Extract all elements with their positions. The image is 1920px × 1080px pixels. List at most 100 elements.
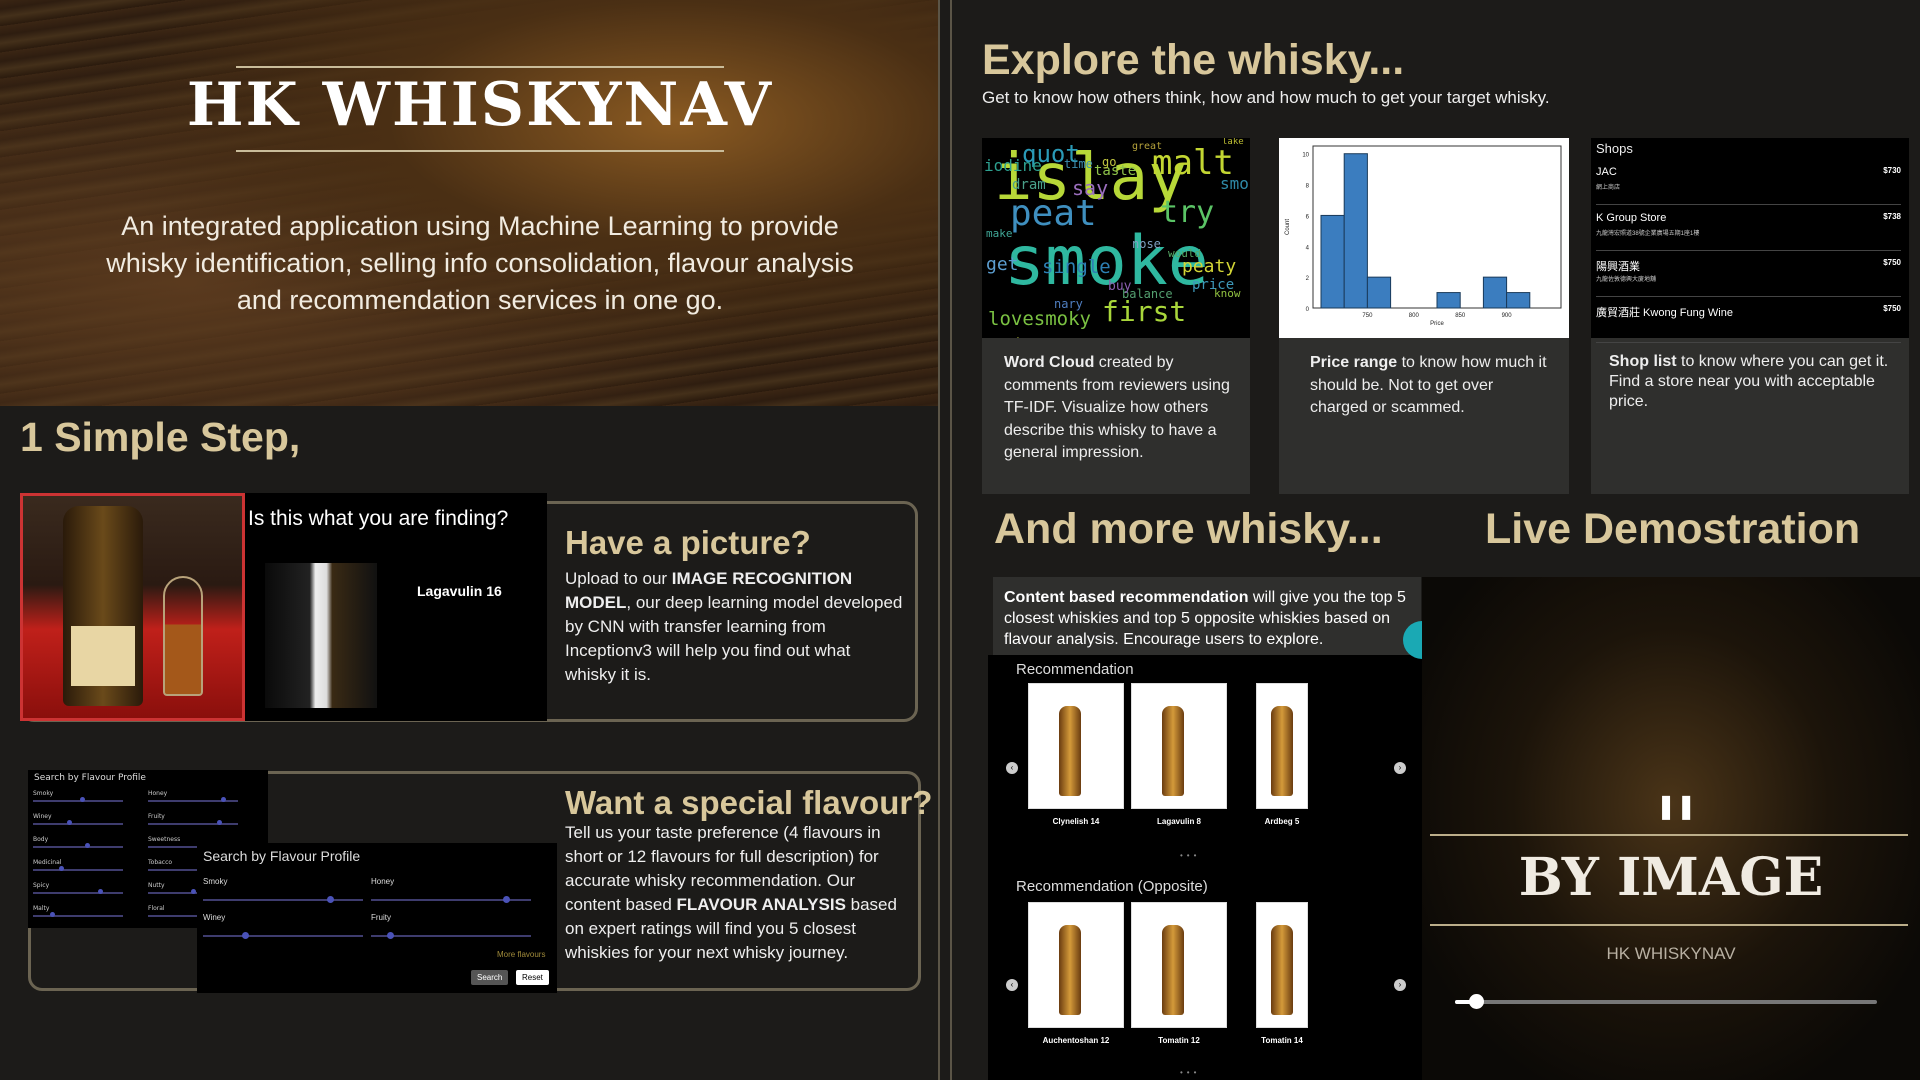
flavour-card-title: Want a special flavour?: [565, 784, 933, 821]
shop-row[interactable]: 陽興酒業 九龍佐敦德興大廈地舖 $750: [1596, 252, 1901, 297]
rec-product-name[interactable]: Ardbeg 5: [1222, 817, 1342, 826]
word-cloud-word: would: [1168, 247, 1202, 260]
shop-row[interactable]: K Group Store 九龍灣宏照道38號企業廣場五期1座1樓 $738: [1596, 206, 1901, 251]
opp-bottle-shape: [1162, 925, 1184, 1015]
word-cloud-word: make: [986, 227, 1013, 240]
shop-name: K Group Store: [1596, 212, 1667, 224]
rec-product-name[interactable]: Clynelish 14: [1016, 817, 1136, 826]
word-cloud-word: nose: [1132, 237, 1161, 251]
flavour-slider[interactable]: [33, 915, 123, 917]
word-cloud-word: say: [1072, 176, 1109, 200]
flavour-slider[interactable]: [33, 846, 123, 848]
flavour-slider-knob[interactable]: [327, 896, 334, 903]
search-button[interactable]: Search: [471, 970, 509, 985]
reset-button[interactable]: Reset: [516, 970, 549, 985]
more-flavours-link[interactable]: More flavours: [497, 950, 545, 959]
video-progress-knob[interactable]: [1469, 994, 1485, 1009]
shop-row[interactable]: 廣貿酒莊 Kwong Fung Wine $750: [1596, 298, 1901, 343]
explore-subtitle: Get to know how others think, how and ho…: [982, 88, 1550, 107]
opp-product-name[interactable]: Auchentoshan 12: [1016, 1036, 1136, 1045]
price-histogram-svg: 0 2 4 6 8 10 750 800 850 900 Price Count: [1285, 145, 1562, 327]
flavour-slider[interactable]: [203, 935, 363, 937]
flavour-slider-knob[interactable]: [84, 843, 90, 848]
flavour-slider[interactable]: [33, 800, 123, 802]
flavour-slider[interactable]: [148, 823, 238, 825]
x-axis-label: Price: [1430, 321, 1444, 327]
opp-prev-arrow[interactable]: ‹: [1006, 979, 1018, 991]
word-cloud-word: go: [1102, 155, 1117, 169]
rec-product-name[interactable]: Lagavulin 8: [1119, 817, 1239, 826]
shop-name: JAC: [1596, 166, 1617, 178]
word-cloud-word: iodine: [984, 156, 1042, 175]
price-histogram: 0 2 4 6 8 10 750 800 850 900 Price Count: [1279, 138, 1569, 338]
demo-video[interactable]: ❚❚ BY IMAGE HK WHISKYNAV: [1422, 577, 1920, 1080]
flavour-slider-knob[interactable]: [58, 866, 64, 871]
rec-product-image[interactable]: [1131, 683, 1227, 809]
shop-list-mock: Shops JAC 網上商店 $730 K Group Store 九龍灣宏照道38號企…: [1591, 138, 1909, 343]
opp-next-arrow[interactable]: ›: [1394, 979, 1406, 991]
bottle-label-image: [71, 626, 135, 686]
y-axis-label: Count: [1285, 219, 1291, 235]
flavour-slider-knob[interactable]: [386, 932, 394, 939]
y-tick-label: 8: [1306, 184, 1310, 190]
shop-address: 九龍灣宏照道38號企業廣場五期1座1樓: [1596, 231, 1700, 237]
hero-title: HK WHISKYNAV: [186, 70, 774, 140]
pause-icon[interactable]: ❚❚: [1656, 792, 1696, 820]
word-cloud-word: know: [1214, 287, 1241, 300]
flavour-label: Smoky: [203, 877, 228, 886]
flavour-slider-knob[interactable]: [241, 932, 249, 939]
rec-prev-arrow[interactable]: ‹: [1006, 762, 1018, 774]
hero-rule-bottom: [236, 150, 724, 152]
image-card-title: Have a picture?: [565, 524, 811, 561]
opp-product-name[interactable]: Tomatin 14: [1222, 1036, 1342, 1045]
word-cloud-word: first: [1102, 295, 1187, 328]
step-heading: 1 Simple Step,: [20, 414, 301, 460]
flavour-slider-knob[interactable]: [97, 889, 103, 894]
rec-bottle-shape: [1059, 706, 1081, 796]
opp-carousel-dots: •••: [1180, 1068, 1201, 1077]
histogram-bar: [1506, 292, 1531, 309]
video-progress-bar[interactable]: [1455, 994, 1877, 1009]
shop-text: Shop list to know where you can get it. …: [1609, 353, 1889, 410]
rec-product-image[interactable]: [1256, 683, 1308, 809]
x-tick-label: 750: [1362, 313, 1373, 319]
word-cloud-word: lake: [1222, 138, 1244, 147]
opp-product-image[interactable]: [1028, 902, 1124, 1028]
word-cloud-word: peaty: [1182, 256, 1237, 277]
price-text: Price range to know how much it should b…: [1310, 354, 1547, 416]
poster: HK WHISKYNAV An integrated application u…: [0, 0, 1920, 1080]
flavour-mock-small-title: Search by Flavour Profile: [34, 773, 146, 783]
flavour-slider[interactable]: [203, 899, 363, 901]
flavour-label: Spicy: [33, 882, 50, 889]
rec-next-arrow[interactable]: ›: [1394, 762, 1406, 774]
opp-product-name[interactable]: Tomatin 12: [1119, 1036, 1239, 1045]
x-tick-label: 850: [1455, 313, 1466, 319]
shop-row[interactable]: JAC 網上商店 $730: [1596, 160, 1901, 205]
recommendation-note: Content based recommendation will give y…: [993, 577, 1421, 655]
flavour-slider[interactable]: [33, 823, 123, 825]
rec-product-image[interactable]: [1028, 683, 1124, 809]
x-tick-label: 800: [1409, 313, 1420, 319]
shop-address: 九龍佐敦德興大廈地舖: [1596, 277, 1657, 283]
histogram-bar: [1320, 214, 1345, 309]
flavour-slider-knob[interactable]: [191, 889, 196, 894]
y-tick-label: 0: [1306, 307, 1310, 313]
shop-price: $738: [1883, 212, 1901, 221]
image-card-text: Upload to our IMAGE RECOGNITION MODEL, o…: [565, 569, 903, 684]
flavour-slider-knob[interactable]: [216, 820, 222, 825]
flavour-slider[interactable]: [371, 935, 531, 937]
opp-product-image[interactable]: [1256, 902, 1308, 1028]
flavour-label: Body: [33, 836, 49, 843]
flavour-slider[interactable]: [33, 892, 123, 894]
word-cloud-word: lovesmoky: [988, 308, 1091, 330]
flavour-label: Honey: [371, 877, 395, 886]
flavour-slider[interactable]: [33, 869, 123, 871]
mock-question: Is this what you are finding?: [248, 507, 509, 530]
shops-title: Shops: [1596, 141, 1633, 156]
rec-carousel-dots: •••: [1180, 851, 1201, 860]
flavour-slider-knob[interactable]: [502, 896, 510, 903]
video-subtitle: HK WHISKYNAV: [1606, 944, 1736, 963]
opp-product-image[interactable]: [1131, 902, 1227, 1028]
shop-name: 廣貿酒莊 Kwong Fung Wine: [1596, 307, 1733, 319]
predicted-name: Lagavulin 16: [417, 583, 502, 599]
